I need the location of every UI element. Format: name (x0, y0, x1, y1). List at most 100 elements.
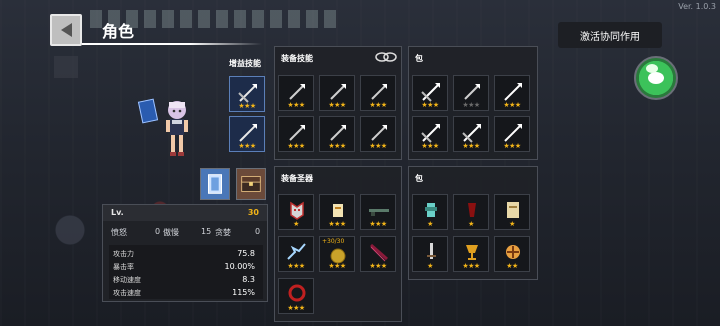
stat-label: 移动速度 (113, 276, 141, 284)
scroll-icon (333, 204, 343, 217)
anger-value: 0 (155, 227, 161, 236)
secondary-button[interactable] (54, 56, 78, 78)
star-rating: ★★★ (369, 101, 387, 109)
equipped-skill-slot[interactable]: ★★★ (360, 116, 396, 152)
arrogance-label: 傲慢 (163, 228, 179, 237)
bag-relic-slot[interactable]: ★ (494, 194, 530, 230)
star-rating: ★★★ (369, 262, 387, 270)
stat-label: 攻击力 (113, 250, 134, 258)
star-rating: ★★★ (238, 142, 256, 150)
spear-skill-icon (462, 124, 481, 143)
star-rating: ★ (509, 220, 515, 228)
relic-slot[interactable]: ★★★ (360, 236, 396, 272)
greed-label: 贪婪 (215, 228, 231, 237)
bag-relic-slot[interactable]: ★ (412, 194, 448, 230)
star-rating: ★★★ (238, 102, 256, 110)
star-rating: ★★★ (462, 142, 480, 150)
star-rating: ★★★ (462, 101, 480, 109)
relic-slot[interactable]: ★★★ (319, 194, 355, 230)
title-underline (82, 43, 262, 45)
character-sprite (166, 101, 188, 156)
bag-relic-slot[interactable]: ★ (412, 236, 448, 272)
star-rating: ★★★ (328, 220, 346, 228)
chat-bubble-small-icon (646, 64, 658, 73)
level-label: Lv. (111, 208, 124, 217)
star-rating: ★★★ (287, 101, 305, 109)
bag-skill-slot[interactable]: ★★★ (494, 116, 530, 152)
star-rating: ★★★ (421, 101, 439, 109)
card-deck-button[interactable] (200, 168, 230, 200)
blood-claw-icon (468, 203, 476, 217)
anger-label: 愤怒 (111, 228, 127, 237)
chat-bubble-icon (648, 72, 664, 84)
relic-upgrade-badge: +30/30 (322, 238, 345, 245)
equipped-skill-slot[interactable]: ★★★ (278, 116, 314, 152)
stat-list: 攻击力 75.8 暴击率 10.00% 移动速度 8.3 攻击速度 115% (109, 245, 263, 299)
stat-label: 攻击速度 (113, 289, 141, 297)
bag-relic-slot[interactable]: ★★ (494, 236, 530, 272)
bag-relic-slot[interactable]: ★ (453, 194, 489, 230)
spear-skill-icon (239, 124, 257, 142)
star-rating: ★★★ (503, 142, 521, 150)
equipped-relics-title: 装备圣器 (281, 174, 313, 183)
star-rating: ★ (427, 262, 433, 270)
equipped-skill-slot[interactable]: ★★★ (319, 116, 355, 152)
star-rating: ★ (293, 220, 299, 228)
stat-value: 115% (232, 288, 255, 297)
relic-slot[interactable]: ★★★ (278, 278, 314, 314)
wechat-icon[interactable] (634, 56, 678, 100)
relic-slot[interactable]: ★★★ (278, 236, 314, 272)
star-rating: ★★★ (369, 220, 387, 228)
dagger-icon (427, 243, 436, 259)
crimson-blade-icon (370, 243, 388, 262)
relic-slot[interactable]: ★★★ (360, 194, 396, 230)
equipped-skill-slot[interactable]: ★★★ (278, 75, 314, 111)
spear-skill-icon (504, 83, 522, 101)
bag-skill-slot[interactable]: ★★★ (412, 75, 448, 111)
equipped-skill-slot[interactable]: ★★★ (360, 75, 396, 111)
equipped-skill-slot[interactable]: ★★★ (319, 75, 355, 111)
extra-skills-label: 增益技能 (229, 59, 261, 68)
star-rating: ★★★ (328, 262, 346, 270)
chest-button[interactable] (236, 168, 266, 200)
stat-value: 10.00% (224, 262, 255, 271)
arrow-skill-icon (371, 125, 387, 141)
spear-skill-icon (421, 124, 440, 143)
arrow-skill-icon (371, 84, 387, 100)
bag-skill-slot[interactable]: ★★★ (453, 116, 489, 152)
relic-slot[interactable]: ★ (278, 194, 314, 230)
link-icon[interactable] (375, 51, 397, 63)
star-rating: ★★★ (328, 142, 346, 150)
stat-row: 移动速度 8.3 (113, 275, 259, 285)
back-button[interactable] (50, 14, 82, 46)
bag-skill-slot[interactable]: ★★★ (453, 75, 489, 111)
crystal-bottle-icon (425, 203, 437, 217)
star-rating: ★★★ (287, 262, 305, 270)
arrogance-value: 15 (201, 227, 212, 236)
treasure-chest-icon (241, 176, 261, 192)
stat-label: 暴击率 (113, 263, 134, 271)
equipped-skills-title: 装备技能 (281, 54, 313, 63)
greed-value: 0 (255, 227, 261, 236)
arrow-skill-icon (289, 84, 305, 100)
version-label: Ver. 1.0.3 (678, 2, 716, 11)
bag-skill-slot[interactable]: ★★★ (412, 116, 448, 152)
level-value: 30 (247, 208, 259, 217)
relic-slot[interactable]: +30/30 ★★★ (319, 236, 355, 272)
bag-skill-slot[interactable]: ★★★ (494, 75, 530, 111)
star-rating: ★★★ (462, 262, 480, 270)
bag-relic-slot[interactable]: ★★★ (453, 236, 489, 272)
synergy-button[interactable]: 激活协同作用 (558, 22, 662, 48)
extra-skill-slot[interactable]: ★★★ (229, 116, 265, 152)
extra-skill-slot[interactable]: ★★★ (229, 76, 265, 112)
spear-skill-icon (421, 83, 440, 102)
star-rating: ★★ (506, 262, 518, 270)
stat-row: 攻击力 75.8 (113, 249, 259, 259)
star-rating: ★★★ (503, 101, 521, 109)
golden-chalice-icon (466, 245, 478, 260)
lightning-branch-icon (287, 243, 306, 260)
star-rating: ★★★ (369, 142, 387, 150)
stat-value: 8.3 (242, 275, 255, 284)
stat-row: 攻击速度 115% (113, 288, 259, 298)
level-row: Lv. 30 (103, 205, 267, 221)
